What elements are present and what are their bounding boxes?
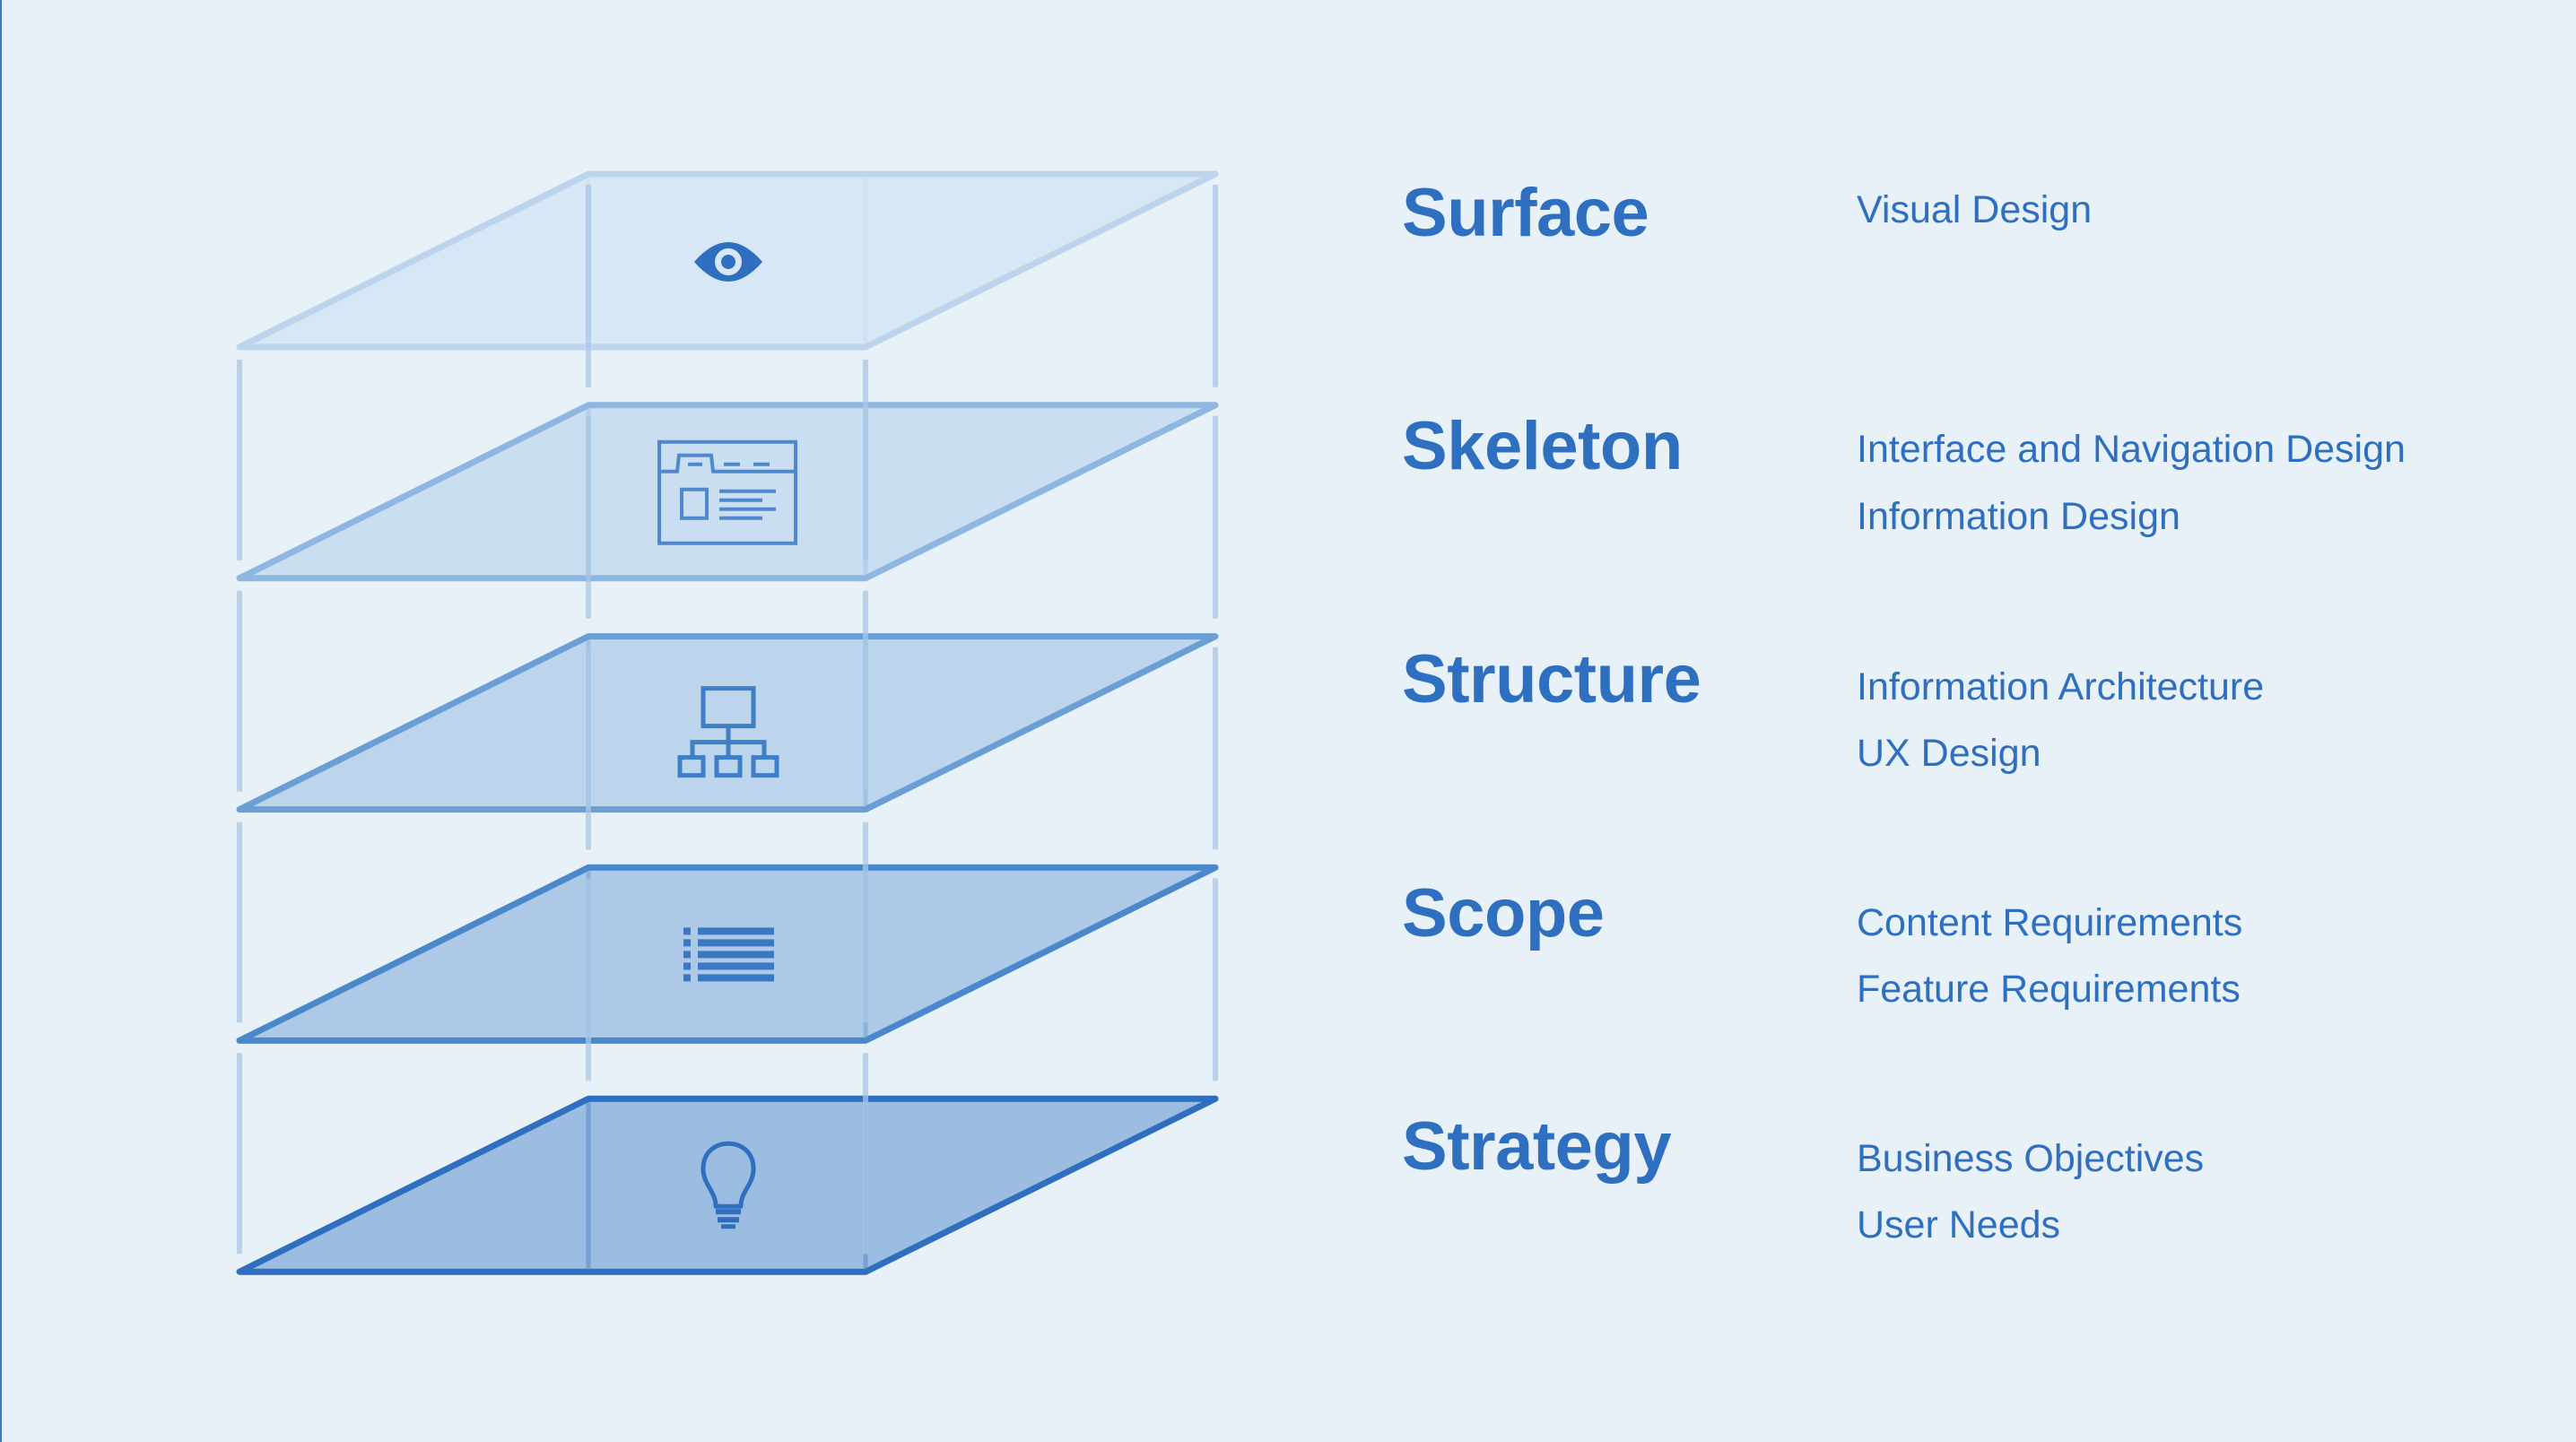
- layer-item: Information Architecture: [1857, 665, 2265, 708]
- layer-heading-structure: Structure: [1402, 641, 1701, 717]
- list-line: [698, 974, 774, 982]
- list-bullet: [683, 939, 691, 947]
- layer-item: Content Requirements: [1857, 901, 2243, 944]
- layer-item: Feature Requirements: [1857, 968, 2241, 1011]
- list-bullet: [683, 962, 691, 970]
- layer-heading-scope: Scope: [1402, 875, 1605, 951]
- layer-plane-scope: [236, 864, 1219, 1044]
- plane: [236, 1095, 1219, 1275]
- eye-pupil: [721, 255, 735, 269]
- planes: [236, 170, 1219, 1275]
- list-bullet: [683, 927, 691, 935]
- layer-heading-surface: Surface: [1402, 175, 1649, 251]
- bulb-tip: [721, 1224, 735, 1229]
- list-line: [698, 939, 774, 947]
- plane: [236, 633, 1219, 813]
- layer-heading-strategy: Strategy: [1402, 1108, 1672, 1185]
- layer-plane-structure: [236, 633, 1219, 813]
- list-bullet: [683, 951, 691, 959]
- layer-item: UX Design: [1857, 732, 2041, 775]
- layer-item: Business Objectives: [1857, 1137, 2205, 1180]
- list-line: [698, 962, 774, 970]
- layer-item: User Needs: [1857, 1203, 2061, 1247]
- layer-plane-surface: [236, 170, 1219, 351]
- layer-item: Interface and Navigation Design: [1857, 428, 2406, 471]
- layer-plane-skeleton: [236, 402, 1219, 582]
- list-line: [698, 951, 774, 959]
- list-bullet: [683, 974, 691, 982]
- layer-item: Visual Design: [1857, 188, 2093, 231]
- layer-item: Information Design: [1857, 495, 2180, 538]
- layer-stack-diagram: [236, 170, 1219, 1275]
- layer-plane-strategy: [236, 1095, 1219, 1275]
- layer-heading-skeleton: Skeleton: [1402, 408, 1683, 484]
- bulb-base: [716, 1209, 741, 1215]
- list-line: [698, 927, 774, 935]
- bulb-base: [718, 1217, 739, 1223]
